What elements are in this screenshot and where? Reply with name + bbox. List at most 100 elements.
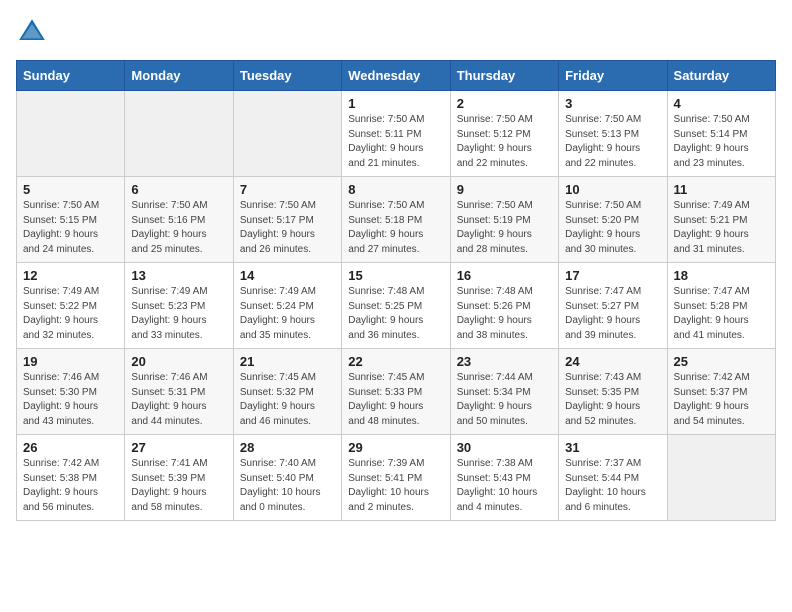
calendar-cell: 19 Sunrise: 7:46 AMSunset: 5:30 PMDayligh… — [17, 349, 125, 435]
calendar-cell: 17Sunrise: 7:47 AMSunset: 5:27 PMDayligh… — [559, 263, 667, 349]
day-info: Sunrise: 7:50 AMSunset: 5:20 PMDaylight:… — [565, 199, 660, 257]
day-info: Sunrise: 7:49 AMSunset: 5:22 PMDaylight:… — [23, 285, 118, 343]
day-info: Sunrise: 7:45 AMSunset: 5:32 PMDaylight:… — [240, 371, 335, 429]
day-info: Sunrise: 7:46 AMSunset: 5:31 PMDaylight:… — [131, 371, 226, 429]
day-number: 26 — [23, 440, 118, 455]
weekday-header-tuesday: Tuesday — [233, 61, 341, 91]
day-number: 8 — [348, 182, 443, 197]
calendar-cell: 25 Sunrise: 7:42 AMSunset: 5:37 PMDayligh… — [667, 349, 775, 435]
calendar-cell: 6 Sunrise: 7:50 AMSunset: 5:16 PMDaylight… — [125, 177, 233, 263]
day-number: 12 — [23, 268, 118, 283]
day-number: 3 — [565, 96, 660, 111]
calendar-cell: 28 Sunrise: 7:40 AMSunset: 5:40 PMDayligh… — [233, 435, 341, 521]
day-info: Sunrise: 7:50 AMSunset: 5:18 PMDaylight:… — [348, 199, 443, 257]
day-info: Sunrise: 7:49 AMSunset: 5:23 PMDaylight:… — [131, 285, 226, 343]
day-info: Sunrise: 7:41 AMSunset: 5:39 PMDaylight:… — [131, 457, 226, 515]
day-number: 1 — [348, 96, 443, 111]
day-info: Sunrise: 7:50 AMSunset: 5:13 PMDaylight:… — [565, 113, 660, 171]
weekday-header-monday: Monday — [125, 61, 233, 91]
calendar-week-1: 1 Sunrise: 7:50 AMSunset: 5:11 PMDaylight… — [17, 91, 776, 177]
day-number: 21 — [240, 354, 335, 369]
day-number: 30 — [457, 440, 552, 455]
day-info: Sunrise: 7:44 AMSunset: 5:34 PMDaylight:… — [457, 371, 552, 429]
calendar-cell: 5 Sunrise: 7:50 AMSunset: 5:15 PMDaylight… — [17, 177, 125, 263]
day-info: Sunrise: 7:50 AMSunset: 5:15 PMDaylight:… — [23, 199, 118, 257]
day-info: Sunrise: 7:45 AMSunset: 5:33 PMDaylight:… — [348, 371, 443, 429]
day-info: Sunrise: 7:49 AMSunset: 5:24 PMDaylight:… — [240, 285, 335, 343]
calendar-cell: 27 Sunrise: 7:41 AMSunset: 5:39 PMDayligh… — [125, 435, 233, 521]
weekday-header-thursday: Thursday — [450, 61, 558, 91]
day-info: Sunrise: 7:50 AMSunset: 5:12 PMDaylight:… — [457, 113, 552, 171]
calendar-cell: 9Sunrise: 7:50 AMSunset: 5:19 PMDaylight… — [450, 177, 558, 263]
calendar-cell: 18 Sunrise: 7:47 AMSunset: 5:28 PMDayligh… — [667, 263, 775, 349]
day-number: 19 — [23, 354, 118, 369]
calendar-cell: 1 Sunrise: 7:50 AMSunset: 5:11 PMDaylight… — [342, 91, 450, 177]
day-info: Sunrise: 7:38 AMSunset: 5:43 PMDaylight:… — [457, 457, 552, 515]
day-number: 27 — [131, 440, 226, 455]
calendar-cell: 30 Sunrise: 7:38 AMSunset: 5:43 PMDayligh… — [450, 435, 558, 521]
calendar-week-4: 19 Sunrise: 7:46 AMSunset: 5:30 PMDayligh… — [17, 349, 776, 435]
day-number: 17 — [565, 268, 660, 283]
calendar-cell — [17, 91, 125, 177]
day-number: 31 — [565, 440, 660, 455]
logo — [16, 16, 52, 48]
calendar-week-5: 26Sunrise: 7:42 AMSunset: 5:38 PMDayligh… — [17, 435, 776, 521]
day-info: Sunrise: 7:49 AMSunset: 5:21 PMDaylight:… — [674, 199, 769, 257]
day-info: Sunrise: 7:50 AMSunset: 5:16 PMDaylight:… — [131, 199, 226, 257]
day-number: 7 — [240, 182, 335, 197]
calendar-cell — [233, 91, 341, 177]
day-info: Sunrise: 7:50 AMSunset: 5:19 PMDaylight:… — [457, 199, 552, 257]
weekday-header-row: SundayMondayTuesdayWednesdayThursdayFrid… — [17, 61, 776, 91]
calendar-week-3: 12 Sunrise: 7:49 AMSunset: 5:22 PMDayligh… — [17, 263, 776, 349]
calendar-cell: 15Sunrise: 7:48 AMSunset: 5:25 PMDayligh… — [342, 263, 450, 349]
day-info: Sunrise: 7:40 AMSunset: 5:40 PMDaylight:… — [240, 457, 335, 515]
day-number: 5 — [23, 182, 118, 197]
calendar-cell: 7 Sunrise: 7:50 AMSunset: 5:17 PMDaylight… — [233, 177, 341, 263]
calendar-cell — [125, 91, 233, 177]
day-number: 4 — [674, 96, 769, 111]
day-number: 14 — [240, 268, 335, 283]
calendar-cell: 23 Sunrise: 7:44 AMSunset: 5:34 PMDayligh… — [450, 349, 558, 435]
day-number: 16 — [457, 268, 552, 283]
day-number: 13 — [131, 268, 226, 283]
day-number: 24 — [565, 354, 660, 369]
day-info: Sunrise: 7:50 AMSunset: 5:17 PMDaylight:… — [240, 199, 335, 257]
weekday-header-wednesday: Wednesday — [342, 61, 450, 91]
day-number: 22 — [348, 354, 443, 369]
calendar-cell — [667, 435, 775, 521]
day-info: Sunrise: 7:50 AMSunset: 5:14 PMDaylight:… — [674, 113, 769, 171]
calendar-table: SundayMondayTuesdayWednesdayThursdayFrid… — [16, 60, 776, 521]
day-number: 28 — [240, 440, 335, 455]
calendar-cell: 13 Sunrise: 7:49 AMSunset: 5:23 PMDayligh… — [125, 263, 233, 349]
calendar-cell: 3 Sunrise: 7:50 AMSunset: 5:13 PMDaylight… — [559, 91, 667, 177]
day-info: Sunrise: 7:46 AMSunset: 5:30 PMDaylight:… — [23, 371, 118, 429]
day-number: 11 — [674, 182, 769, 197]
calendar-cell: 11 Sunrise: 7:49 AMSunset: 5:21 PMDayligh… — [667, 177, 775, 263]
day-info: Sunrise: 7:39 AMSunset: 5:41 PMDaylight:… — [348, 457, 443, 515]
weekday-header-friday: Friday — [559, 61, 667, 91]
weekday-header-saturday: Saturday — [667, 61, 775, 91]
day-number: 18 — [674, 268, 769, 283]
day-number: 20 — [131, 354, 226, 369]
calendar-cell: 10 Sunrise: 7:50 AMSunset: 5:20 PMDayligh… — [559, 177, 667, 263]
calendar-cell: 4 Sunrise: 7:50 AMSunset: 5:14 PMDaylight… — [667, 91, 775, 177]
day-info: Sunrise: 7:48 AMSunset: 5:25 PMDaylight:… — [348, 285, 443, 343]
day-info: Sunrise: 7:37 AMSunset: 5:44 PMDaylight:… — [565, 457, 660, 515]
calendar-cell: 31 Sunrise: 7:37 AMSunset: 5:44 PMDayligh… — [559, 435, 667, 521]
day-number: 10 — [565, 182, 660, 197]
calendar-cell: 20 Sunrise: 7:46 AMSunset: 5:31 PMDayligh… — [125, 349, 233, 435]
day-number: 25 — [674, 354, 769, 369]
calendar-cell: 24Sunrise: 7:43 AMSunset: 5:35 PMDayligh… — [559, 349, 667, 435]
day-number: 23 — [457, 354, 552, 369]
day-info: Sunrise: 7:48 AMSunset: 5:26 PMDaylight:… — [457, 285, 552, 343]
calendar-cell: 21 Sunrise: 7:45 AMSunset: 5:32 PMDayligh… — [233, 349, 341, 435]
day-info: Sunrise: 7:42 AMSunset: 5:37 PMDaylight:… — [674, 371, 769, 429]
calendar-cell: 12 Sunrise: 7:49 AMSunset: 5:22 PMDayligh… — [17, 263, 125, 349]
calendar-cell: 29Sunrise: 7:39 AMSunset: 5:41 PMDayligh… — [342, 435, 450, 521]
day-number: 6 — [131, 182, 226, 197]
day-info: Sunrise: 7:47 AMSunset: 5:28 PMDaylight:… — [674, 285, 769, 343]
calendar-cell: 14 Sunrise: 7:49 AMSunset: 5:24 PMDayligh… — [233, 263, 341, 349]
calendar-cell: 26Sunrise: 7:42 AMSunset: 5:38 PMDayligh… — [17, 435, 125, 521]
day-info: Sunrise: 7:50 AMSunset: 5:11 PMDaylight:… — [348, 113, 443, 171]
day-number: 2 — [457, 96, 552, 111]
